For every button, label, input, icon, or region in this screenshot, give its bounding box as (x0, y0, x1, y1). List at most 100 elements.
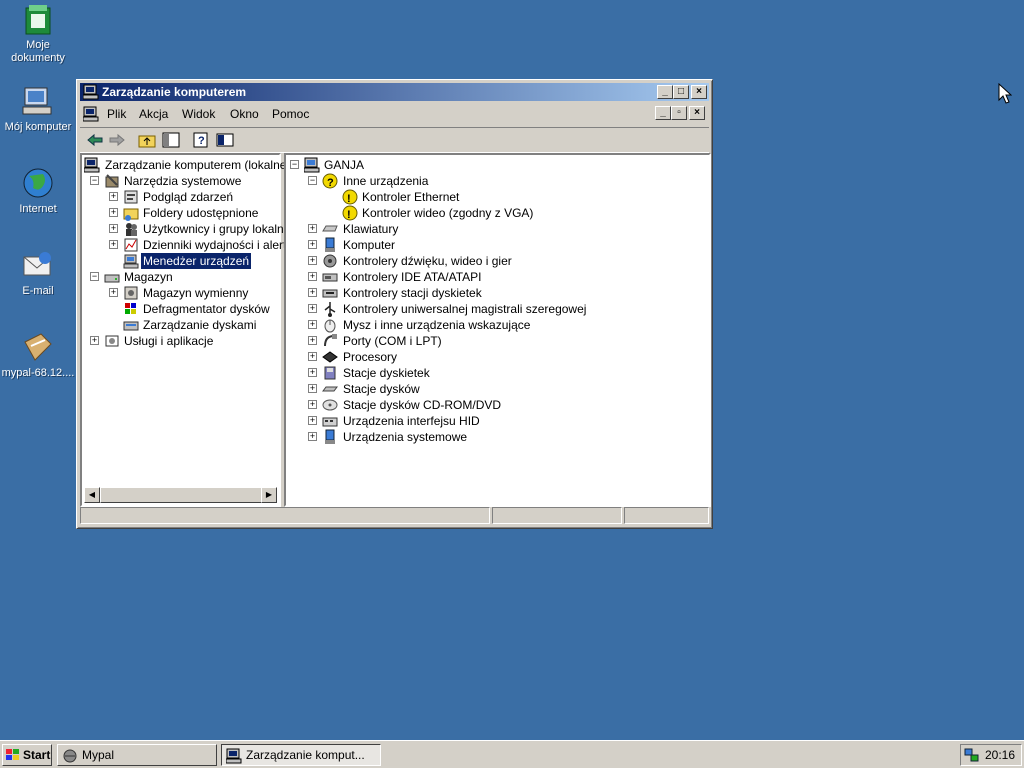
computer-management-window[interactable]: Zarządzanie komputerem _ □ × Plik Akcja … (76, 79, 713, 529)
title-bar[interactable]: Zarządzanie komputerem _ □ × (80, 83, 709, 101)
expand-toggle[interactable]: + (308, 432, 317, 441)
expand-toggle[interactable]: + (308, 240, 317, 249)
svg-text:?: ? (198, 135, 205, 147)
clock[interactable]: 20:16 (985, 748, 1015, 762)
menu-plik[interactable]: Plik (107, 107, 126, 121)
mouse-cursor-icon (998, 83, 1012, 104)
expand-toggle[interactable]: + (308, 384, 317, 393)
show-hide-tree-icon[interactable] (162, 132, 180, 148)
expand-toggle[interactable]: + (308, 416, 317, 425)
unknown-device-icon: ? (322, 173, 338, 189)
device-tree-pane[interactable]: − GANJA − ? Inne urządzenia ! Kontroler … (284, 153, 711, 507)
up-folder-icon[interactable] (138, 132, 156, 148)
device-label: Procesory (343, 350, 398, 364)
expand-toggle[interactable]: + (308, 352, 317, 361)
users-groups-icon (126, 223, 137, 236)
collapse-toggle[interactable]: − (90, 272, 99, 281)
desktop-icon-my-computer[interactable]: Mój komputer (0, 84, 76, 134)
keyboard-icon (322, 225, 338, 232)
expand-toggle[interactable]: + (308, 272, 317, 281)
window-title: Zarządzanie komputerem (102, 85, 247, 99)
desktop-icon-my-documents[interactable]: Moje dokumenty (0, 2, 76, 65)
minimize-button[interactable]: _ (657, 85, 673, 99)
expand-toggle[interactable]: + (109, 240, 118, 249)
expand-toggle[interactable]: + (308, 224, 317, 233)
expand-toggle[interactable]: + (308, 336, 317, 345)
svg-text:!: ! (347, 209, 351, 221)
desktop-icon-label: mypal-68.12.... (1, 367, 75, 379)
menu-widok[interactable]: Widok (182, 107, 215, 121)
tree-item-label: Foldery udostępnione (143, 206, 259, 220)
tree-item-label: Magazyn (124, 270, 173, 284)
back-arrow-icon[interactable] (86, 132, 104, 148)
status-cell-2 (492, 507, 622, 524)
system-tools-icon (105, 174, 119, 188)
start-button[interactable]: Start (2, 744, 52, 766)
svg-text:!: ! (347, 193, 351, 205)
status-cell-3 (624, 507, 709, 524)
port-icon (324, 334, 337, 347)
task-label: Zarządzanie komput... (246, 748, 365, 762)
mmc-document-icon (83, 106, 99, 122)
menu-akcja[interactable]: Akcja (139, 107, 168, 121)
status-bar (80, 507, 709, 525)
desktop-icon-email[interactable]: E-mail (0, 248, 76, 298)
device-label: Komputer (343, 238, 396, 252)
expand-toggle[interactable]: + (109, 192, 118, 201)
child-restore-button[interactable]: ▫ (671, 106, 687, 120)
close-button[interactable]: × (691, 85, 707, 99)
collapse-toggle[interactable]: − (90, 176, 99, 185)
services-applications-icon (105, 335, 119, 347)
device-label: Kontrolery dźwięku, wideo i gier (343, 254, 512, 268)
device-label: Kontrolery IDE ATA/ATAPI (343, 270, 482, 284)
task-button-mypal[interactable]: Mypal (57, 744, 217, 766)
desktop-icon-mypal[interactable]: mypal-68.12.... (0, 330, 76, 380)
disk-management-icon (123, 321, 139, 331)
desktop-icon-label: Internet (19, 203, 57, 215)
scroll-right-button[interactable]: ▶ (261, 487, 277, 503)
task-button-computer-management[interactable]: Zarządzanie komput... (221, 744, 381, 766)
expand-toggle[interactable]: + (109, 288, 118, 297)
expand-toggle[interactable]: + (109, 208, 118, 217)
device-label: Mysz i inne urządzenia wskazujące (343, 318, 531, 332)
mouse-icon (324, 319, 336, 333)
forward-arrow-icon[interactable] (108, 132, 126, 148)
expand-toggle[interactable]: + (308, 304, 317, 313)
computer-management-icon (84, 157, 100, 173)
help-icon[interactable]: ? (192, 132, 210, 148)
device-label: Urządzenia systemowe (343, 430, 468, 444)
tree-item-label: Usługi i aplikacje (124, 334, 214, 348)
child-close-button[interactable]: × (689, 106, 705, 120)
expand-toggle[interactable]: + (308, 368, 317, 377)
maximize-button[interactable]: □ (673, 85, 689, 99)
tree-item-label: Zarządzanie komputerem (lokalne) (105, 158, 291, 172)
ide-controller-icon (322, 273, 338, 282)
horizontal-scrollbar[interactable]: ◀ ▶ (84, 487, 277, 503)
device-label: Kontrolery stacji dyskietek (343, 286, 482, 300)
expand-toggle[interactable]: + (308, 288, 317, 297)
desktop-icon-label: E-mail (22, 285, 54, 297)
processor-icon (322, 351, 338, 363)
child-minimize-button[interactable]: _ (655, 106, 671, 120)
system-tray: 20:16 (960, 744, 1022, 766)
toolbar: ? (80, 127, 709, 153)
device-label: GANJA (324, 158, 365, 172)
tree-item-label: Narzędzia systemowe (124, 174, 242, 188)
expand-toggle[interactable]: + (90, 336, 99, 345)
menu-pomoc[interactable]: Pomoc (272, 107, 309, 121)
expand-toggle[interactable]: + (308, 320, 317, 329)
network-tray-icon[interactable] (964, 747, 980, 763)
desktop-icon-internet[interactable]: Internet (0, 166, 76, 216)
scroll-left-button[interactable]: ◀ (84, 487, 100, 503)
collapse-toggle[interactable]: − (290, 160, 299, 169)
properties-icon[interactable] (216, 132, 234, 148)
expand-toggle[interactable]: + (109, 224, 118, 233)
console-tree-pane[interactable]: Zarządzanie komputerem (lokalne) − Narzę… (80, 153, 292, 507)
expand-toggle[interactable]: + (308, 400, 317, 409)
computer-management-icon (83, 84, 99, 100)
collapse-toggle[interactable]: − (308, 176, 317, 185)
storage-icon (104, 274, 120, 283)
menu-okno[interactable]: Okno (230, 107, 259, 121)
expand-toggle[interactable]: + (308, 256, 317, 265)
scroll-thumb[interactable] (100, 487, 262, 503)
